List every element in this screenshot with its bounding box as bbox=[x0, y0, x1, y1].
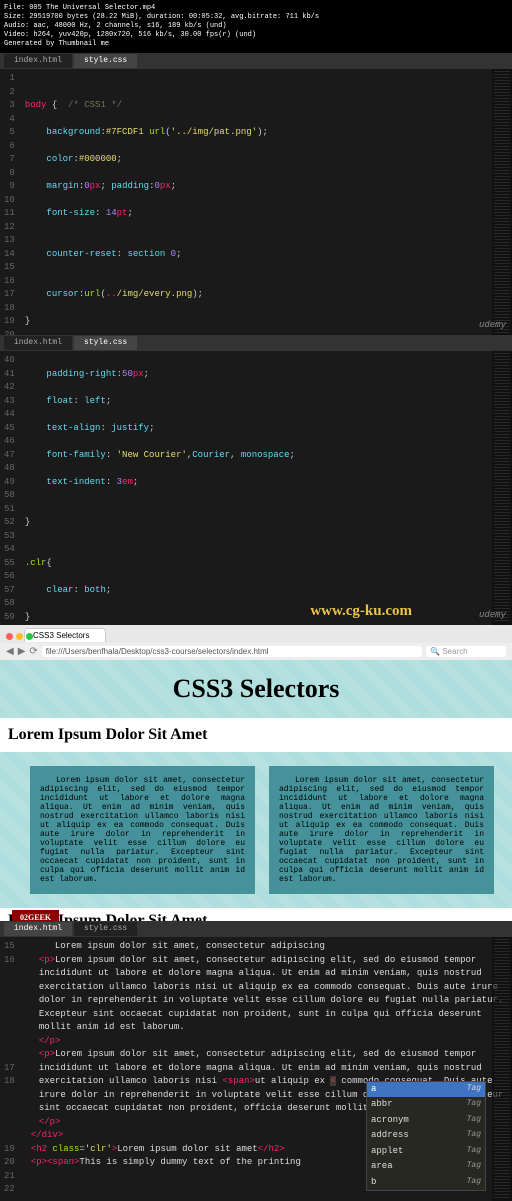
text-column-1: Lorem ipsum dolor sit amet, consectetur … bbox=[30, 766, 255, 894]
autocomplete-item[interactable]: abbrTag bbox=[367, 1097, 485, 1113]
minimap[interactable] bbox=[492, 351, 512, 625]
meta-gen: Generated by Thumbnail me bbox=[4, 40, 508, 49]
meta-video: Video: h264, yuv420p, 1280x720, 516 kb/s… bbox=[4, 31, 508, 40]
minimize-icon[interactable] bbox=[16, 633, 23, 640]
editor-tabs: index.html style.css bbox=[0, 921, 512, 937]
autocomplete-item[interactable]: acronymTag bbox=[367, 1113, 485, 1129]
editor-tabs: index.html style.css bbox=[0, 53, 512, 69]
url-input[interactable]: file:///Users/benfhala/Desktop/css3-cour… bbox=[42, 646, 422, 657]
browser-window: CSS3 Selectors ◀ ▶ ⟳ file:///Users/benfh… bbox=[0, 625, 512, 921]
browser-tab[interactable]: CSS3 Selectors bbox=[24, 628, 106, 642]
tab-index-html[interactable]: index.html bbox=[4, 54, 72, 68]
autocomplete-item[interactable]: bTag bbox=[367, 1175, 485, 1191]
autocomplete-item[interactable]: aTag bbox=[367, 1082, 485, 1098]
autocomplete-popup[interactable]: aTag abbrTag acronymTag addressTag apple… bbox=[366, 1081, 486, 1192]
tab-index-html[interactable]: index.html bbox=[4, 336, 72, 350]
line-gutter: 1516 1718 19202122 bbox=[0, 937, 21, 1200]
minimap[interactable] bbox=[492, 69, 512, 335]
address-bar: ◀ ▶ ⟳ file:///Users/benfhala/Desktop/css… bbox=[0, 643, 512, 660]
back-button[interactable]: ◀ bbox=[6, 646, 14, 657]
tab-style-css[interactable]: style.css bbox=[74, 922, 137, 936]
code-editor-2: index.html style.css 4041424344454647484… bbox=[0, 335, 512, 625]
forward-button[interactable]: ▶ bbox=[18, 646, 26, 657]
traffic-lights[interactable] bbox=[6, 633, 33, 640]
section-heading-2: Lorem Ipsum Dolor Sit Amet 02GEEK udemy bbox=[0, 908, 512, 921]
section-heading: Lorem Ipsum Dolor Sit Amet bbox=[0, 718, 512, 752]
udemy-watermark: udemy bbox=[479, 319, 506, 333]
cgku-watermark: www.cg-ku.com bbox=[310, 600, 412, 623]
meta-audio: Audio: aac, 48000 Hz, 2 channels, s16, 1… bbox=[4, 22, 508, 31]
text-column-2: Lorem ipsum dolor sit amet, consectetur … bbox=[269, 766, 494, 894]
page-content: CSS3 Selectors Lorem Ipsum Dolor Sit Ame… bbox=[0, 660, 512, 921]
autocomplete-item[interactable]: addressTag bbox=[367, 1128, 485, 1144]
close-icon[interactable] bbox=[6, 633, 13, 640]
search-input[interactable]: 🔍 Search bbox=[426, 646, 506, 657]
code-editor-1: index.html style.css 12345678910 1112131… bbox=[0, 53, 512, 335]
maximize-icon[interactable] bbox=[26, 633, 33, 640]
autocomplete-item[interactable]: areaTag bbox=[367, 1159, 485, 1175]
tab-style-css[interactable]: style.css bbox=[74, 336, 137, 350]
autocomplete-item[interactable]: appletTag bbox=[367, 1144, 485, 1160]
thumbnail-metadata: File: 005 The Universal Selector.mp4 Siz… bbox=[0, 0, 512, 53]
code-editor-3: index.html style.css 1516 1718 19202122 … bbox=[0, 921, 512, 1201]
tab-index-html[interactable]: index.html bbox=[4, 922, 72, 936]
minimap[interactable] bbox=[492, 937, 512, 1201]
badge-02geek: 02GEEK bbox=[12, 910, 59, 921]
reload-button[interactable]: ⟳ bbox=[29, 646, 37, 657]
page-title: CSS3 Selectors bbox=[0, 660, 512, 718]
meta-file: File: 005 The Universal Selector.mp4 bbox=[4, 4, 508, 13]
udemy-watermark: udemy bbox=[479, 609, 506, 623]
meta-size: Size: 29519700 bytes (28.22 MiB), durati… bbox=[4, 13, 508, 22]
editor-tabs: index.html style.css bbox=[0, 335, 512, 351]
tab-style-css[interactable]: style.css bbox=[74, 54, 137, 68]
